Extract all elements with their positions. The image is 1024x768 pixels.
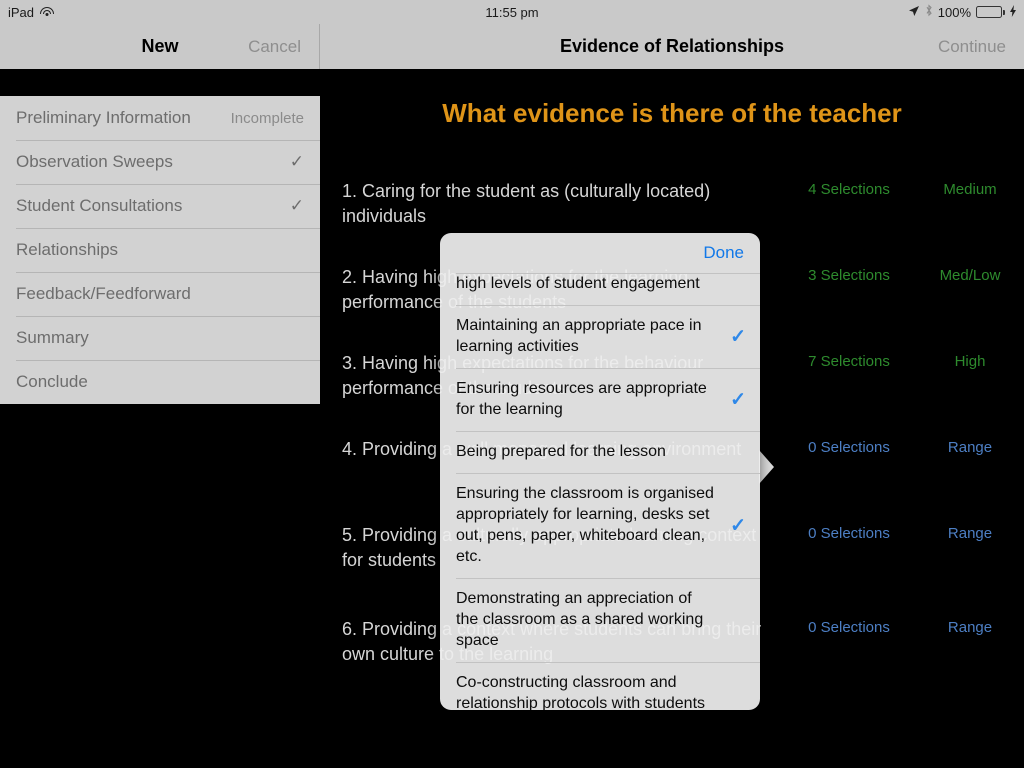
evidence-row-text: 1. Caring for the student as (culturally… [342,181,711,226]
sidebar-item-relationships[interactable]: Relationships [0,228,320,272]
evidence-row-selections[interactable]: 0 Selections [784,525,914,542]
sidebar-item-label: Preliminary Information [16,108,191,127]
status-bar: iPad 11:55 pm 100% [0,0,1024,24]
sidebar-top-spacer [0,69,320,96]
sidebar-item-label: Relationships [16,240,119,259]
battery-percent-label: 100% [937,4,971,20]
evidence-row-rating[interactable]: Medium [920,181,1020,198]
popover-arrow [759,450,774,484]
sidebar-item-label: Student Consultations [16,196,183,215]
popover-option-label: Ensuring the classroom is organised appr… [456,485,714,565]
evidence-row-rating[interactable]: Range [920,619,1020,636]
left-nav-bar: New Cancel [0,24,320,69]
done-button[interactable]: Done [703,243,744,263]
sidebar-item-label: Conclude [16,372,88,391]
battery-full-icon [976,6,1005,18]
selection-popover: Done high levels of student engagement Ma… [440,233,760,710]
popover-option[interactable]: Being prepared for the lesson [440,431,760,473]
popover-option-list: high levels of student engagement Maintai… [440,273,760,710]
ipad-screen: iPad 11:55 pm 100% New Cancel Evidence o… [0,0,1024,768]
popover-option[interactable]: Maintaining an appropriate pace in learn… [440,305,760,368]
bluetooth-icon [925,4,933,20]
page-title: Evidence of Relationships [559,36,785,56]
sidebar-item-label: Feedback/Feedforward [16,284,191,303]
popover-option[interactable]: Ensuring the classroom is organised appr… [440,473,760,578]
popover-option-label: Maintaining an appropriate pace in learn… [456,317,702,355]
sidebar-item-label: Observation Sweeps [16,152,173,171]
evidence-row-rating[interactable]: Range [920,439,1020,456]
popover-option-label: Being prepared for the lesson [456,443,666,460]
sidebar-item-student-consultations[interactable]: Student Consultations ✓ [0,184,320,228]
cancel-button[interactable]: Cancel [248,37,301,57]
popover-option[interactable]: Demonstrating an appreciation of the cla… [440,578,760,662]
popover-option[interactable]: Ensuring resources are appropriate for t… [440,368,760,431]
popover-header: Done [440,233,760,273]
checkmark-icon: ✓ [730,389,746,410]
checkmark-icon: ✓ [289,196,304,215]
evidence-question-title: What evidence is there of the teacher [442,98,902,128]
evidence-row-selections[interactable]: 0 Selections [784,439,914,456]
sidebar: Preliminary Information Incomplete Observa… [0,69,320,768]
sidebar-item-preliminary-information[interactable]: Preliminary Information Incomplete [0,96,320,140]
popover-option-label: Co-constructing classroom and relationsh… [456,674,706,710]
popover-option-label: Demonstrating an appreciation of the cla… [456,590,704,649]
sidebar-item-feedback-feedforward[interactable]: Feedback/Feedforward [0,272,320,316]
popover-option[interactable]: high levels of student engagement [440,273,760,305]
continue-button[interactable]: Continue [938,37,1006,57]
evidence-row-rating[interactable]: Med/Low [920,267,1020,284]
checkmark-icon: ✓ [730,326,746,347]
popover-option[interactable]: Co-constructing classroom and relationsh… [440,662,760,710]
sidebar-item-status: Incomplete [230,109,304,127]
status-bar-clock: 11:55 pm [485,4,539,20]
checkmark-icon: ✓ [289,152,304,171]
status-bar-right: 100% [908,4,1016,20]
sidebar-item-conclude[interactable]: Conclude [0,360,320,404]
sidebar-item-summary[interactable]: Summary [0,316,320,360]
sidebar-item-observation-sweeps[interactable]: Observation Sweeps ✓ [0,140,320,184]
popover-option-label: high levels of student engagement [456,275,700,292]
right-nav-bar: Evidence of Relationships Continue [320,24,1024,69]
sidebar-list: Preliminary Information Incomplete Observa… [0,96,320,404]
evidence-row-selections[interactable]: 0 Selections [784,619,914,636]
evidence-row-selections[interactable]: 4 Selections [784,181,914,198]
evidence-row-selections[interactable]: 3 Selections [784,267,914,284]
checkmark-icon: ✓ [730,515,746,536]
evidence-row-rating[interactable]: High [920,353,1020,370]
popover-option-label: Ensuring resources are appropriate for t… [456,380,707,418]
location-arrow-icon [908,5,920,20]
evidence-row-selections[interactable]: 7 Selections [784,353,914,370]
evidence-row-rating[interactable]: Range [920,525,1020,542]
sidebar-item-label: Summary [16,328,89,347]
lightning-bolt-icon [1010,4,1016,20]
